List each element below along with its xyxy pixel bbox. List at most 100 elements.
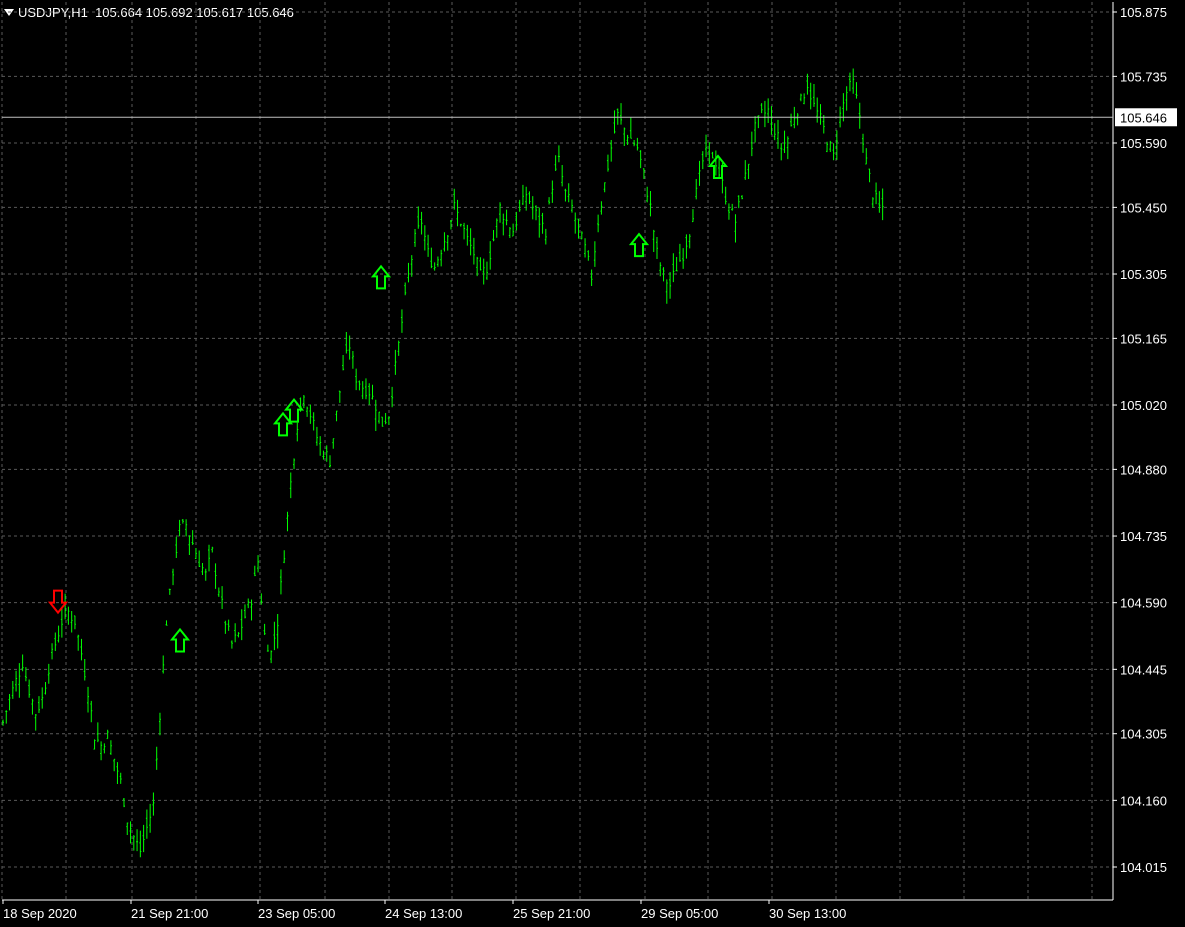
ohlc-bar (404, 282, 407, 296)
buy-arrow-icon (169, 627, 191, 653)
ohlc-bar (139, 830, 142, 858)
ohlc-bar (433, 262, 436, 271)
ohlc-bar (283, 550, 286, 564)
ohlc-bar (381, 416, 384, 427)
ohlc-bar (348, 335, 351, 360)
ohlc-bar (714, 150, 717, 176)
ohlc-bar (875, 182, 878, 205)
ohlc-bar (129, 821, 132, 844)
ohlc-bar (472, 237, 475, 265)
y-tick-label: 105.165 (1120, 331, 1167, 346)
ohlc-bar (47, 663, 50, 684)
ohlc-bar (750, 131, 753, 157)
ohlc-bar (364, 378, 367, 400)
ohlc-bar (257, 555, 260, 573)
ohlc-bar (705, 134, 708, 158)
ohlc-bar (73, 615, 76, 630)
ohlc-bar (289, 472, 292, 499)
ohlc-bar (116, 762, 119, 784)
ohlc-bar (113, 758, 116, 772)
ohlc-bar (240, 609, 243, 641)
ohlc-bar (570, 199, 573, 213)
ohlc-bar (172, 568, 175, 586)
ohlc-bar (90, 700, 93, 723)
x-tick-label: 23 Sep 05:00 (258, 906, 335, 921)
ohlc-bar (616, 108, 619, 125)
last-price-label: 105.646 (1120, 110, 1167, 125)
ohlc-bar (466, 224, 469, 246)
ohlc-bar (34, 713, 37, 731)
ohlc-bar (263, 623, 266, 635)
ohlc-bar (587, 250, 590, 261)
ohlc-bar (747, 163, 750, 179)
ohlc-bar (848, 72, 851, 92)
ohlc-bar (270, 650, 273, 664)
ohlc-bar (564, 188, 567, 202)
ohlc-bar (100, 741, 103, 761)
buy-arrow-icon (283, 398, 305, 423)
ohlc-bar (669, 272, 672, 299)
ohlc-bar (865, 148, 868, 165)
ohlc-bar (649, 190, 652, 217)
ohlc-bar (675, 257, 678, 272)
ohlc-bar (790, 113, 793, 127)
ohlc-bar (188, 535, 191, 555)
ohlc-bar (528, 191, 531, 205)
x-tick-label: 18 Sep 2020 (3, 906, 77, 921)
ohlc-bar (181, 518, 184, 524)
ohlc-bar (796, 113, 799, 126)
y-tick-label: 104.015 (1120, 860, 1167, 875)
ohlc-bar (106, 729, 109, 740)
ohlc-bar (345, 332, 348, 354)
ohlc-bar (351, 350, 354, 369)
ohlc-bar (142, 824, 145, 853)
ohlc-bar (103, 743, 106, 754)
ohlc-bar (776, 119, 779, 149)
ohlc-bar (18, 663, 21, 698)
ohlc-bar (60, 607, 63, 638)
ohlc-bar (28, 679, 31, 698)
ohlc-bar (221, 586, 224, 609)
ohlc-bar (83, 659, 86, 681)
ohlc-bar (741, 195, 744, 200)
ohlc-bar (211, 546, 214, 553)
price-bars (2, 68, 884, 858)
ohlc-bar (852, 68, 855, 94)
y-tick-label: 105.875 (1120, 5, 1167, 20)
ohlc-bar (780, 143, 783, 161)
ohlc-bar (656, 236, 658, 260)
ohlc-bar (881, 188, 884, 221)
ohlc-bar (544, 228, 547, 245)
price-chart[interactable]: 105.875 105.735 105.590 105.450 105.305 105.1… (0, 0, 1185, 927)
ohlc-bar (332, 438, 335, 449)
ohlc-bar (665, 279, 668, 304)
ohlc-bar (620, 103, 623, 125)
ohlc-bar (698, 160, 701, 186)
ohlc-bar (273, 621, 276, 651)
ohlc-bar (440, 249, 443, 267)
ohlc-bar (443, 232, 446, 252)
y-tick-label: 105.305 (1120, 267, 1167, 282)
ohlc-bar (639, 150, 642, 169)
ohlc-bar (306, 406, 309, 417)
ohlc-bar (41, 687, 44, 709)
ohlc-bar (636, 137, 639, 151)
ohlc-bar (538, 207, 541, 238)
ohlc-bar (603, 182, 606, 193)
ohlc-bar (44, 681, 47, 695)
ohlc-bar (293, 458, 296, 470)
ohlc-bar (593, 241, 596, 267)
y-tick-label: 104.735 (1120, 529, 1167, 544)
ohlc-bar (93, 739, 96, 750)
ohlc-bar (384, 412, 387, 425)
ohlc-bar (145, 809, 148, 839)
ohlc-bar (338, 390, 341, 403)
ohlc-bar (185, 519, 188, 537)
ohlc-bar (463, 222, 466, 240)
x-tick-label: 24 Sep 13:00 (385, 906, 462, 921)
ohlc-bar (453, 188, 456, 210)
ohlc-bar (734, 214, 737, 243)
ohlc-bar (557, 145, 560, 163)
ohlc-bar (122, 798, 125, 808)
ohlc-bar (51, 643, 54, 660)
